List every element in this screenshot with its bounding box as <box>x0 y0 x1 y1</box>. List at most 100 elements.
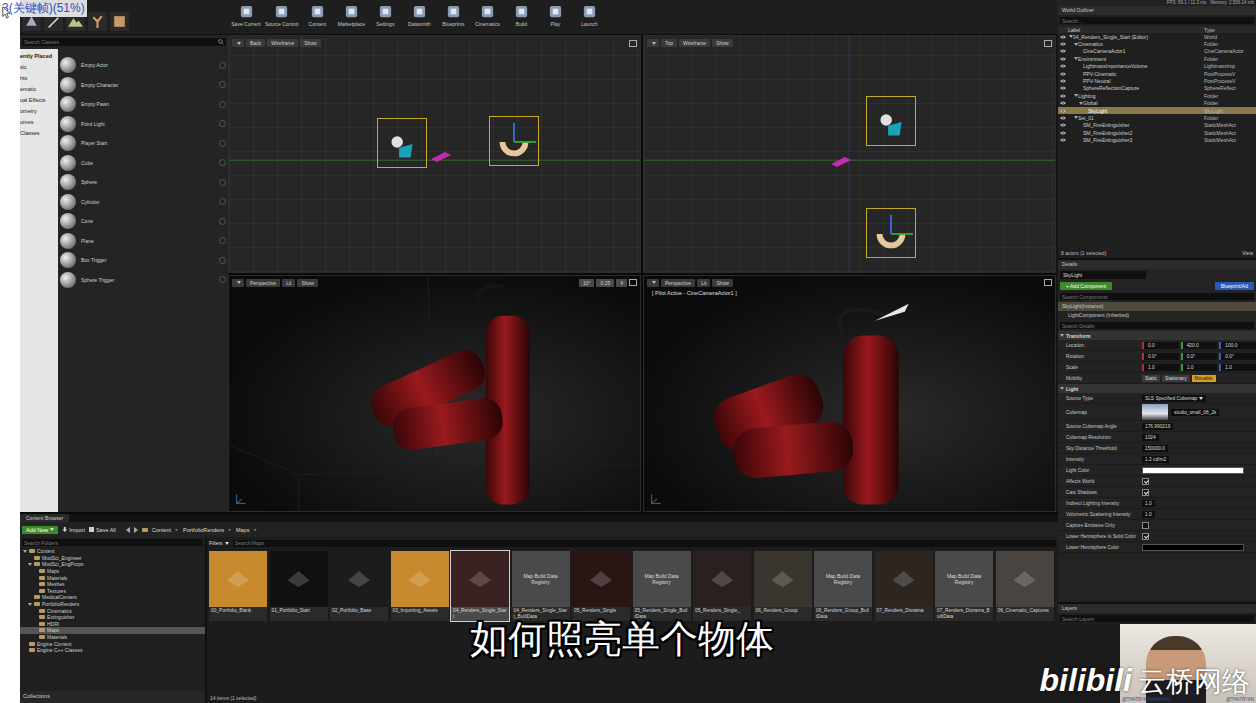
asset-search[interactable]: Search Maps <box>233 540 1056 547</box>
folder-item[interactable]: Engine C++ Classes <box>20 647 205 654</box>
folder-item[interactable]: MedicalCenters <box>20 594 205 601</box>
component-item[interactable]: LightComponent (Inherited) <box>1058 311 1256 320</box>
vector-field[interactable]: 0.0° <box>1181 353 1218 360</box>
folder-item[interactable]: Maps <box>20 627 205 634</box>
color-swatch[interactable] <box>1142 467 1244 474</box>
actor-name-field[interactable]: SkyLight <box>1060 271 1146 279</box>
folder-item[interactable]: Materials <box>20 634 205 641</box>
category-tab[interactable]: hts <box>20 73 58 84</box>
place-item[interactable]: Empty Character <box>60 77 226 93</box>
outliner-row[interactable]: SM_FireExtinguisher2StaticMeshAct <box>1058 129 1256 136</box>
category-tab[interactable]: umes <box>20 117 58 128</box>
category-tab[interactable]: ual Effects <box>20 95 58 106</box>
toolbar-button[interactable]: Marketplace <box>335 4 367 34</box>
checkbox[interactable] <box>1142 533 1149 540</box>
foliage-mode-icon[interactable] <box>88 12 107 31</box>
content-browser-tab[interactable]: Content Browser <box>20 514 69 522</box>
viewport[interactable]: TopWireframeShow <box>643 35 1056 273</box>
blueprint-button[interactable]: Blueprint/Ad <box>1215 282 1254 290</box>
view-mode-button[interactable]: Lit <box>697 279 710 287</box>
maximize-icon[interactable] <box>629 279 637 286</box>
collections-header[interactable]: Collections <box>20 691 205 703</box>
view-type-button[interactable]: Perspective <box>661 279 695 287</box>
path-separator[interactable]: ► <box>175 527 179 532</box>
show-button[interactable]: Show <box>712 279 733 287</box>
folder-item[interactable]: HDRI <box>20 621 205 628</box>
toolbar-button[interactable]: Save Current <box>230 4 262 34</box>
toolbar-button[interactable]: Launch <box>573 4 605 34</box>
outliner-row[interactable]: LightmassImportanceVolumeLightmassImp <box>1058 63 1256 70</box>
category-tab[interactable]: ently Placed <box>20 51 58 62</box>
outliner-row[interactable]: CineCameraActor1CineCameraActor <box>1058 48 1256 55</box>
maximize-icon[interactable] <box>1044 40 1052 47</box>
add-component-button[interactable]: + Add Component <box>1060 282 1112 290</box>
path-crumb[interactable]: Maps <box>236 527 249 533</box>
component-search[interactable]: Search Components <box>1060 293 1254 300</box>
class-search[interactable]: Search Classes <box>22 38 226 46</box>
view-type-button[interactable]: Top <box>661 39 677 47</box>
outliner-row[interactable]: PPV-CinematicPostProcessV <box>1058 70 1256 77</box>
viewport-menu-button[interactable] <box>232 39 244 47</box>
forward-icon[interactable] <box>134 527 138 533</box>
folder-item[interactable]: Materials <box>20 574 205 581</box>
folder-item[interactable]: ModSci_Engineer <box>20 555 205 562</box>
eye-icon[interactable] <box>1060 35 1066 39</box>
checkbox[interactable] <box>1142 489 1149 496</box>
number-field[interactable]: 176.990219 <box>1142 423 1173 430</box>
show-button[interactable]: Show <box>712 39 733 47</box>
category-tab[interactable]: ematic <box>20 84 58 95</box>
section-header[interactable]: Transform <box>1058 331 1256 340</box>
place-item[interactable]: Empty Pawn <box>60 96 226 112</box>
toolbar-button[interactable]: Source Control <box>264 4 299 34</box>
viewport-menu-button[interactable] <box>232 279 244 287</box>
asset-tile[interactable]: 03_Importing_Assets <box>391 551 449 621</box>
outliner-row[interactable]: GlobalFolder <box>1058 100 1256 107</box>
outliner-row[interactable]: Set_01Folder <box>1058 114 1256 121</box>
place-item[interactable]: Player Start <box>60 135 226 151</box>
vector-field[interactable]: 1.0 <box>1181 364 1218 371</box>
category-tab[interactable]: ometry <box>20 106 58 117</box>
view-type-button[interactable]: Back <box>246 39 265 47</box>
snap-button[interactable]: 4 <box>616 279 627 287</box>
eye-icon[interactable] <box>1060 94 1066 98</box>
eye-icon[interactable] <box>1060 131 1066 135</box>
folder-item[interactable]: Meshes <box>20 581 205 588</box>
view-mode-button[interactable]: Lit <box>282 279 295 287</box>
import-button[interactable]: Import <box>62 527 85 533</box>
asset-tile[interactable]: Map Build Data Registry06_Renders_Group_… <box>814 551 872 621</box>
checkbox[interactable] <box>1142 478 1149 485</box>
view-mode-button[interactable]: Wireframe <box>679 39 710 47</box>
category-tab[interactable]: Classes <box>20 128 58 139</box>
path-crumb[interactable]: PortfolioRenders <box>183 527 224 533</box>
outliner-tab[interactable]: World Outliner <box>1058 6 1256 15</box>
dropdown[interactable]: SLS Specified Cubemap <box>1142 395 1206 402</box>
folder-item[interactable]: Engine Content <box>20 640 205 647</box>
cubemap-picker[interactable]: studio_small_08_2k <box>1142 404 1219 420</box>
back-icon[interactable] <box>126 527 130 533</box>
light-icon[interactable] <box>429 149 453 163</box>
path-crumb[interactable]: Content <box>152 527 171 533</box>
outliner-row[interactable]: SkyLightSkyLight <box>1058 107 1256 114</box>
maximize-icon[interactable] <box>629 40 637 47</box>
outliner-search[interactable]: Search... <box>1060 17 1254 24</box>
asset-tile[interactable]: 06_Renders_Group <box>754 551 812 621</box>
asset-tile[interactable]: 01_Portfolio_Start <box>270 551 328 621</box>
eye-icon[interactable] <box>1060 123 1066 127</box>
toolbar-button[interactable]: Build <box>505 4 537 34</box>
view-type-button[interactable]: Perspective <box>246 279 280 287</box>
folder-item[interactable]: Extinguisher <box>20 614 205 621</box>
path-separator[interactable]: ► <box>228 527 232 532</box>
folder-item[interactable]: Content <box>20 548 205 555</box>
vector-field[interactable]: 1.0 <box>1142 364 1179 371</box>
viewport[interactable]: PerspectiveLitShow10°0.254 <box>228 275 641 513</box>
place-item[interactable]: Point Light <box>60 116 226 132</box>
eye-icon[interactable] <box>1060 116 1066 120</box>
details-search[interactable]: Search Details <box>1060 322 1254 329</box>
mobility-option[interactable]: Static <box>1142 375 1160 382</box>
place-item[interactable]: Cylinder <box>60 194 226 210</box>
eye-icon[interactable] <box>1060 42 1066 46</box>
asset-tile[interactable]: 02_Portfolio_Base <box>330 551 388 621</box>
outliner-row[interactable]: SM_FireExtinguisherStaticMeshAct <box>1058 122 1256 129</box>
asset-tile[interactable]: 00_Portfolio_Blank <box>209 551 267 621</box>
place-item[interactable]: Cube <box>60 155 226 171</box>
